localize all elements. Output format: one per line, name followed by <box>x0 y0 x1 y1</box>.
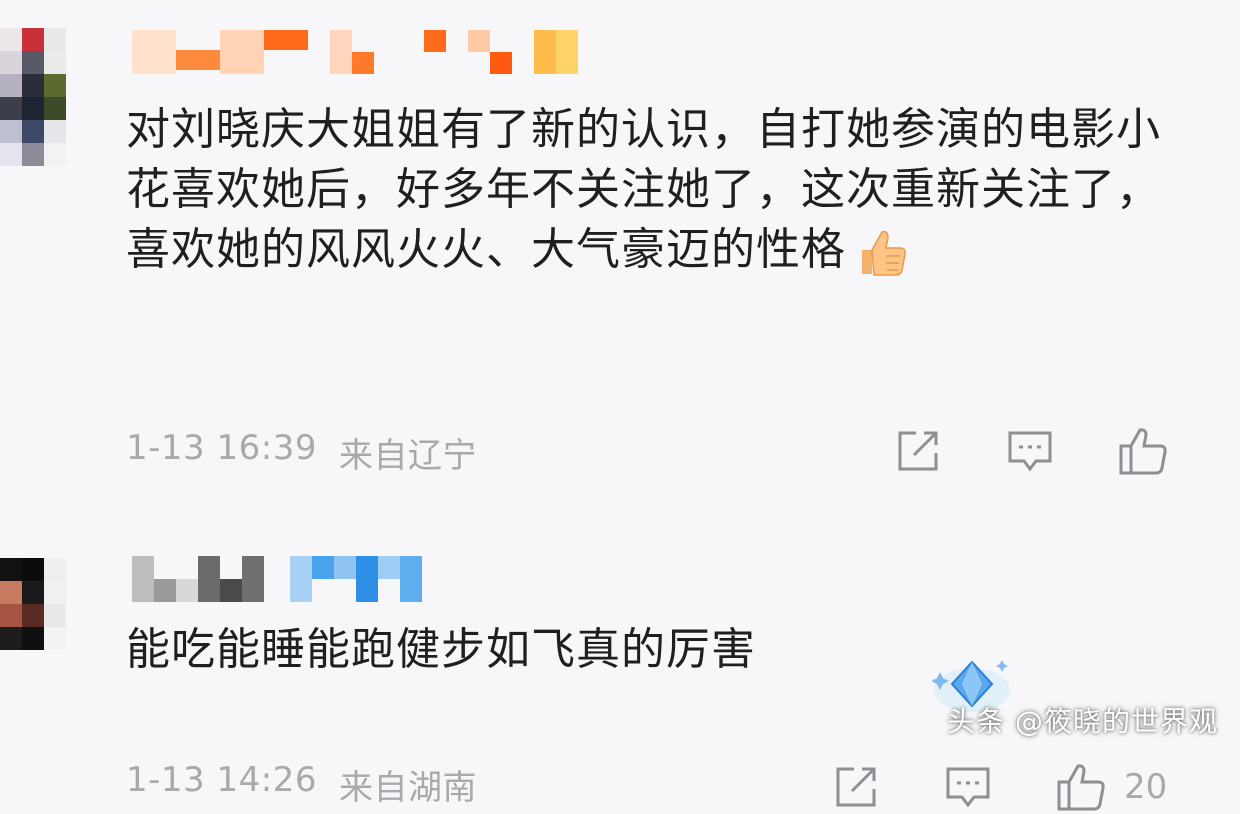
comment-button[interactable] <box>1006 424 1060 478</box>
watermark: 头条 @筱晓的世界观 <box>947 705 1218 738</box>
comment-text: 对刘晓庆大姐姐有了新的认识，自打她参演的电影小花喜欢她后，好多年不关注她了，这次… <box>126 100 1186 280</box>
comment-location: 来自辽宁 <box>338 436 477 476</box>
like-count: 20 <box>1124 767 1168 807</box>
share-icon <box>836 767 876 807</box>
username[interactable] <box>132 30 578 74</box>
comment-body: 对刘晓庆大姐姐有了新的认识，自打她参演的电影小花喜欢她后，好多年不关注她了，这次… <box>126 104 1161 275</box>
avatar[interactable] <box>0 28 66 166</box>
like-button[interactable] <box>1118 424 1172 478</box>
like-icon <box>1119 428 1167 475</box>
share-button[interactable] <box>832 760 886 814</box>
comment-text: 能吃能睡能跑健步如飞真的厉害 <box>126 620 1186 680</box>
like-icon <box>1057 764 1105 811</box>
comment-actions: 20 <box>832 760 1167 814</box>
thumbs-up-emoji <box>862 230 906 276</box>
comment-time: 1-13 14:26 <box>126 760 317 800</box>
avatar[interactable] <box>0 558 66 696</box>
username[interactable] <box>132 556 422 602</box>
comment-item: 对刘晓庆大姐姐有了新的认识，自打她参演的电影小花喜欢她后，好多年不关注她了，这次… <box>0 0 1240 520</box>
comment-item: 能吃能睡能跑健步如飞真的厉害 1-13 14:26 来自湖南 20 <box>0 520 1240 811</box>
comment-icon <box>946 767 990 808</box>
comment-button[interactable] <box>944 760 998 814</box>
share-icon <box>898 431 938 471</box>
share-button[interactable] <box>894 424 948 478</box>
comment-body: 能吃能睡能跑健步如飞真的厉害 <box>126 624 756 675</box>
comment-meta: 1-13 16:39 来自辽宁 <box>126 428 477 477</box>
comment-icon <box>1008 431 1052 472</box>
comment-actions <box>894 424 1230 478</box>
comment-meta: 1-13 14:26 来自湖南 <box>126 760 477 809</box>
like-button[interactable] <box>1056 760 1110 814</box>
comment-time: 1-13 16:39 <box>126 428 317 468</box>
comment-location: 来自湖南 <box>338 768 477 808</box>
